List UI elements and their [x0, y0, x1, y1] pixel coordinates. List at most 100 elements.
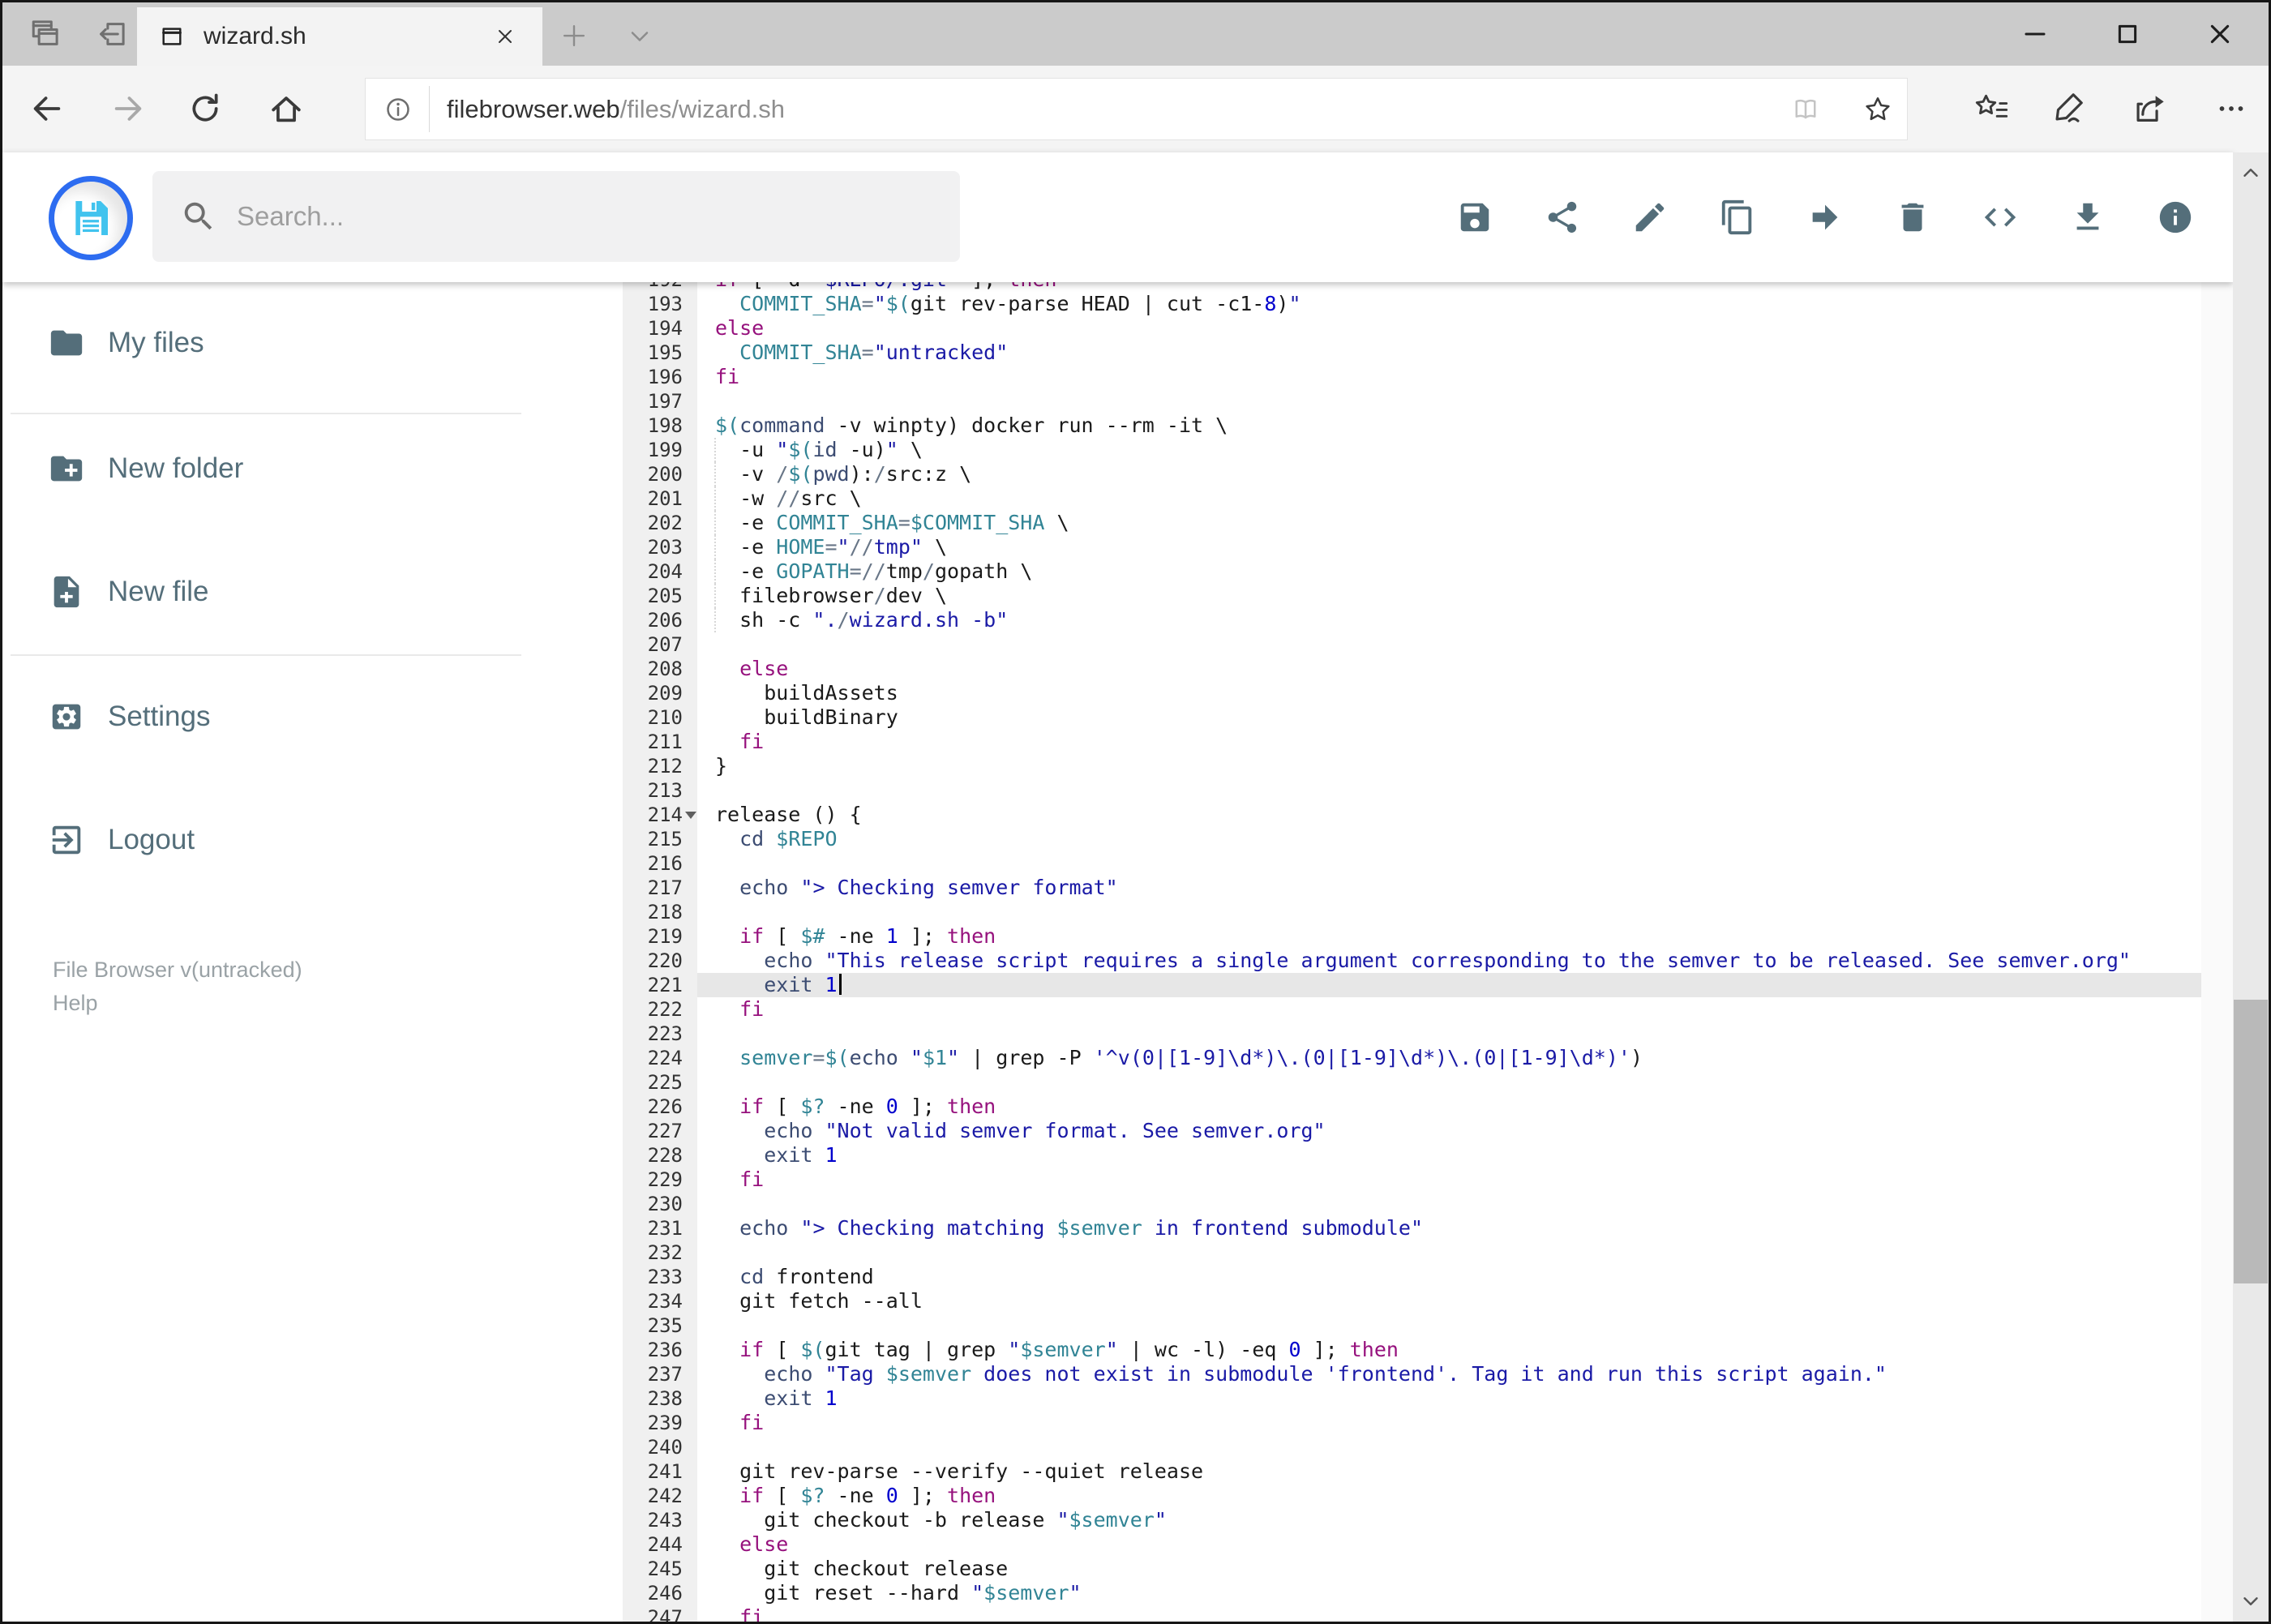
- line-number[interactable]: 216: [623, 851, 697, 876]
- code-line[interactable]: 221 exit 1: [623, 973, 2201, 997]
- line-number[interactable]: 247: [623, 1605, 697, 1622]
- code-line[interactable]: 238 exit 1: [623, 1386, 2201, 1411]
- edit-icon[interactable]: [1631, 199, 1669, 236]
- line-number[interactable]: 236: [623, 1338, 697, 1362]
- code-line[interactable]: 192if [ -d "$REPO/.git" ]; then: [623, 282, 2201, 292]
- code-line[interactable]: 218: [623, 900, 2201, 924]
- code-line[interactable]: 219 if [ $# -ne 1 ]; then: [623, 924, 2201, 949]
- line-number[interactable]: 211: [623, 730, 697, 754]
- more-icon[interactable]: [2213, 90, 2250, 127]
- code-line[interactable]: 240: [623, 1435, 2201, 1459]
- new-tab-button[interactable]: [559, 20, 589, 51]
- home-icon[interactable]: [268, 90, 305, 127]
- line-number[interactable]: 220: [623, 949, 697, 973]
- line-number[interactable]: 226: [623, 1095, 697, 1119]
- code-line[interactable]: 196 fi: [623, 365, 2201, 389]
- sidebar-item-my-files[interactable]: My files: [2, 306, 623, 379]
- code-line[interactable]: 241 git rev-parse --verify --quiet relea…: [623, 1459, 2201, 1484]
- line-number[interactable]: 245: [623, 1557, 697, 1581]
- tabs-preview-icon[interactable]: [27, 16, 62, 52]
- reading-view-icon[interactable]: [1789, 93, 1822, 126]
- line-number[interactable]: 197: [623, 389, 697, 413]
- sidebar-help-link[interactable]: Help: [53, 991, 98, 1016]
- scroll-down-icon[interactable]: [2239, 1589, 2263, 1613]
- code-editor[interactable]: 192if [ -d "$REPO/.git" ]; then193 COMMI…: [623, 282, 2201, 1622]
- line-number[interactable]: 206: [623, 608, 697, 632]
- line-number[interactable]: 199: [623, 438, 697, 462]
- line-number[interactable]: 243: [623, 1508, 697, 1532]
- refresh-icon[interactable]: [186, 90, 224, 127]
- line-number[interactable]: 195: [623, 341, 697, 365]
- line-number[interactable]: 209: [623, 681, 697, 705]
- code-line[interactable]: 239 fi: [623, 1411, 2201, 1435]
- line-number[interactable]: 194: [623, 316, 697, 341]
- code-line[interactable]: 235: [623, 1313, 2201, 1338]
- code-line[interactable]: 194 else: [623, 316, 2201, 341]
- line-number[interactable]: 237: [623, 1362, 697, 1386]
- web-note-icon[interactable]: [2049, 90, 2086, 127]
- code-line[interactable]: 203 -e HOME="//tmp" \: [623, 535, 2201, 559]
- scroll-up-icon[interactable]: [2239, 161, 2263, 185]
- code-line[interactable]: 205 filebrowser/dev \: [623, 584, 2201, 608]
- code-line[interactable]: 210 buildBinary: [623, 705, 2201, 730]
- scrollbar-thumb[interactable]: [2234, 1000, 2268, 1283]
- line-number[interactable]: 198: [623, 413, 697, 438]
- tab-list-chevron-icon[interactable]: [625, 22, 654, 51]
- code-line[interactable]: 214 release () {: [623, 803, 2201, 827]
- code-line[interactable]: 244 else: [623, 1532, 2201, 1557]
- move-icon[interactable]: [1806, 199, 1844, 236]
- line-number[interactable]: 210: [623, 705, 697, 730]
- code-line[interactable]: 231 echo "> Checking matching $semver in…: [623, 1216, 2201, 1240]
- browser-tab[interactable]: wizard.sh: [137, 7, 542, 66]
- sidebar-item-settings[interactable]: Settings: [2, 680, 623, 753]
- line-number[interactable]: 208: [623, 657, 697, 681]
- code-line[interactable]: 233 cd frontend: [623, 1265, 2201, 1289]
- code-line[interactable]: 208 else: [623, 657, 2201, 681]
- code-line[interactable]: 229 fi: [623, 1168, 2201, 1192]
- info-icon[interactable]: [2157, 199, 2194, 236]
- favorite-star-icon[interactable]: [1862, 93, 1894, 126]
- search-input[interactable]: [237, 171, 934, 262]
- line-number[interactable]: 235: [623, 1313, 697, 1338]
- line-number[interactable]: 223: [623, 1022, 697, 1046]
- line-number[interactable]: 238: [623, 1386, 697, 1411]
- code-line[interactable]: 215 cd $REPO: [623, 827, 2201, 851]
- line-number[interactable]: 214: [623, 803, 697, 827]
- tab-close-icon[interactable]: [492, 24, 518, 49]
- page-scrollbar[interactable]: [2233, 152, 2269, 1622]
- line-number[interactable]: 231: [623, 1216, 697, 1240]
- code-line[interactable]: 245 git checkout release: [623, 1557, 2201, 1581]
- code-line[interactable]: 216: [623, 851, 2201, 876]
- line-number[interactable]: 215: [623, 827, 697, 851]
- line-number[interactable]: 227: [623, 1119, 697, 1143]
- line-number[interactable]: 244: [623, 1532, 697, 1557]
- line-number[interactable]: 241: [623, 1459, 697, 1484]
- code-line[interactable]: 242 if [ $? -ne 0 ]; then: [623, 1484, 2201, 1508]
- line-number[interactable]: 242: [623, 1484, 697, 1508]
- code-line[interactable]: 243 git checkout -b release "$semver": [623, 1508, 2201, 1532]
- line-number[interactable]: 207: [623, 632, 697, 657]
- address-bar[interactable]: filebrowser.web/files/wizard.sh: [365, 78, 1908, 140]
- code-line[interactable]: 209 buildAssets: [623, 681, 2201, 705]
- close-button[interactable]: [2202, 16, 2238, 52]
- line-number[interactable]: 232: [623, 1240, 697, 1265]
- code-line[interactable]: 213: [623, 778, 2201, 803]
- code-line[interactable]: 211 fi: [623, 730, 2201, 754]
- line-number[interactable]: 200: [623, 462, 697, 486]
- code-line[interactable]: 206 sh -c "./wizard.sh -b": [623, 608, 2201, 632]
- line-number[interactable]: 222: [623, 997, 697, 1022]
- code-line[interactable]: 228 exit 1: [623, 1143, 2201, 1168]
- line-number[interactable]: 213: [623, 778, 697, 803]
- line-number[interactable]: 246: [623, 1581, 697, 1605]
- sidebar-item-logout[interactable]: Logout: [2, 803, 623, 876]
- forward-icon[interactable]: [109, 90, 147, 127]
- code-line[interactable]: 232: [623, 1240, 2201, 1265]
- line-number[interactable]: 192: [623, 282, 697, 292]
- set-tabs-aside-icon[interactable]: [93, 16, 129, 52]
- code-line[interactable]: 236 if [ $(git tag | grep "$semver" | wc…: [623, 1338, 2201, 1362]
- sidebar-item-new-folder[interactable]: New folder: [2, 432, 623, 505]
- share-page-icon[interactable]: [2130, 90, 2167, 127]
- line-number[interactable]: 201: [623, 486, 697, 511]
- code-line[interactable]: 204 -e GOPATH=//tmp/gopath \: [623, 559, 2201, 584]
- download-icon[interactable]: [2069, 199, 2106, 236]
